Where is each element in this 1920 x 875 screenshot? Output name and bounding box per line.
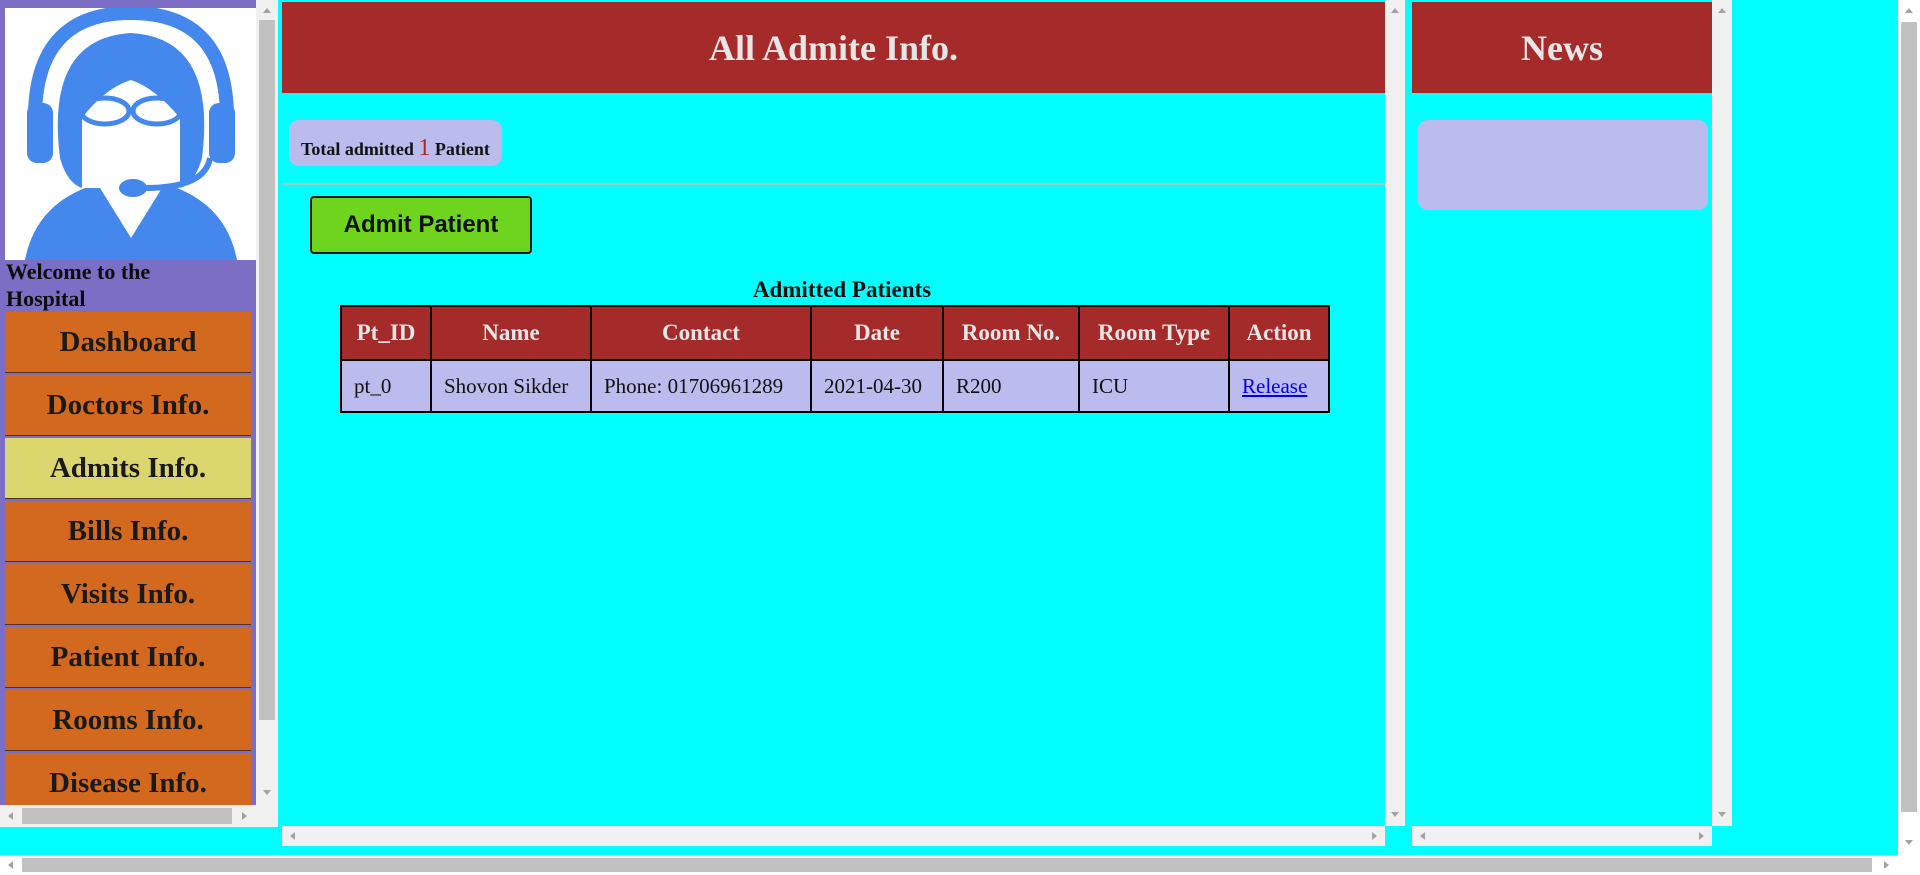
- welcome-text: Welcome to the Hospital: [6, 259, 151, 311]
- scroll-down-icon[interactable]: [1391, 812, 1399, 817]
- scroll-left-icon[interactable]: [290, 832, 295, 840]
- scroll-up-icon[interactable]: [1718, 8, 1726, 13]
- scroll-right-icon[interactable]: [1699, 832, 1704, 840]
- main-horizontal-scrollbar[interactable]: [282, 826, 1385, 846]
- scroll-left-icon[interactable]: [8, 812, 13, 820]
- support-agent-icon: [5, 8, 256, 260]
- news-horizontal-scrollbar[interactable]: [1412, 826, 1712, 846]
- cell-room-type: ICU: [1078, 359, 1230, 413]
- main-frame: All Admite Info. Total admitted 1 Patien…: [280, 0, 1405, 848]
- news-frame: News: [1410, 0, 1734, 848]
- column-header-date: Date: [810, 305, 944, 361]
- admitted-count-box: Total admitted 1 Patient: [289, 120, 502, 166]
- page-horizontal-scrollbar[interactable]: [0, 855, 1920, 875]
- count-prefix: Total admitted: [301, 139, 414, 159]
- scroll-up-icon[interactable]: [263, 8, 271, 13]
- main-vertical-scrollbar[interactable]: [1385, 0, 1405, 826]
- cell-date: 2021-04-30: [810, 359, 944, 413]
- sidebar-item-rooms[interactable]: Rooms Info.: [5, 690, 251, 751]
- column-header-name: Name: [430, 305, 592, 361]
- scroll-down-icon[interactable]: [1718, 812, 1726, 817]
- sidebar-nav: Dashboard Doctors Info. Admits Info. Bil…: [5, 312, 251, 805]
- table-header-row: Pt_ID Name Contact Date Room No. Room Ty…: [340, 305, 1330, 361]
- sidebar-panel: Welcome to the Hospital Dashboard Doctor…: [0, 0, 256, 805]
- scroll-right-icon[interactable]: [1884, 861, 1889, 869]
- sidebar-item-disease[interactable]: Disease Info.: [5, 753, 251, 805]
- column-header-pt-id: Pt_ID: [340, 305, 432, 361]
- scroll-up-icon[interactable]: [1905, 8, 1913, 13]
- column-header-action: Action: [1228, 305, 1330, 361]
- sidebar-item-visits[interactable]: Visits Info.: [5, 564, 251, 625]
- column-header-contact: Contact: [590, 305, 812, 361]
- release-link[interactable]: Release: [1242, 374, 1307, 398]
- sidebar-vertical-scrollbar[interactable]: [256, 0, 278, 805]
- news-content-box: [1418, 120, 1708, 210]
- sidebar-item-bills[interactable]: Bills Info.: [5, 501, 251, 562]
- page-horizontal-scroll-thumb[interactable]: [22, 858, 1872, 872]
- sidebar-frame: Welcome to the Hospital Dashboard Doctor…: [0, 0, 278, 827]
- sidebar-item-dashboard[interactable]: Dashboard: [5, 312, 251, 373]
- scroll-right-icon[interactable]: [1372, 832, 1377, 840]
- admit-patient-button[interactable]: Admit Patient: [310, 196, 532, 254]
- scroll-left-icon[interactable]: [8, 861, 13, 869]
- admitted-count-value: 1: [418, 135, 431, 161]
- sidebar-horizontal-scroll-thumb[interactable]: [22, 808, 232, 824]
- scroll-left-icon[interactable]: [1420, 832, 1425, 840]
- count-suffix: Patient: [434, 139, 490, 159]
- column-header-room-type: Room Type: [1078, 305, 1230, 361]
- cell-name: Shovon Sikder: [430, 359, 592, 413]
- scroll-right-icon[interactable]: [242, 812, 247, 820]
- news-title: News: [1412, 2, 1712, 93]
- column-header-room-no: Room No.: [942, 305, 1080, 361]
- sidebar-vertical-scroll-thumb[interactable]: [259, 20, 275, 720]
- sidebar-item-patient[interactable]: Patient Info.: [5, 627, 251, 688]
- page-vertical-scroll-thumb[interactable]: [1901, 22, 1917, 812]
- scroll-down-icon[interactable]: [1905, 840, 1913, 845]
- table-row: pt_0 Shovon Sikder Phone: 01706961289 20…: [340, 359, 1330, 413]
- sidebar-item-admits[interactable]: Admits Info.: [5, 438, 251, 499]
- cell-contact: Phone: 01706961289: [590, 359, 812, 413]
- divider: [282, 183, 1385, 185]
- news-vertical-scrollbar[interactable]: [1712, 0, 1732, 826]
- scroll-up-icon[interactable]: [1391, 8, 1399, 13]
- cell-pt-id: pt_0: [340, 359, 432, 413]
- admitted-patients-table: Pt_ID Name Contact Date Room No. Room Ty…: [340, 305, 1330, 413]
- cell-action: Release: [1228, 359, 1330, 413]
- sidebar-horizontal-scrollbar[interactable]: [0, 805, 278, 827]
- cell-room-no: R200: [942, 359, 1080, 413]
- table-caption: Admitted Patients: [752, 277, 932, 302]
- sidebar-item-doctors[interactable]: Doctors Info.: [5, 375, 251, 436]
- scroll-down-icon[interactable]: [263, 790, 271, 795]
- page-vertical-scrollbar[interactable]: [1898, 0, 1920, 855]
- page-title: All Admite Info.: [282, 2, 1385, 93]
